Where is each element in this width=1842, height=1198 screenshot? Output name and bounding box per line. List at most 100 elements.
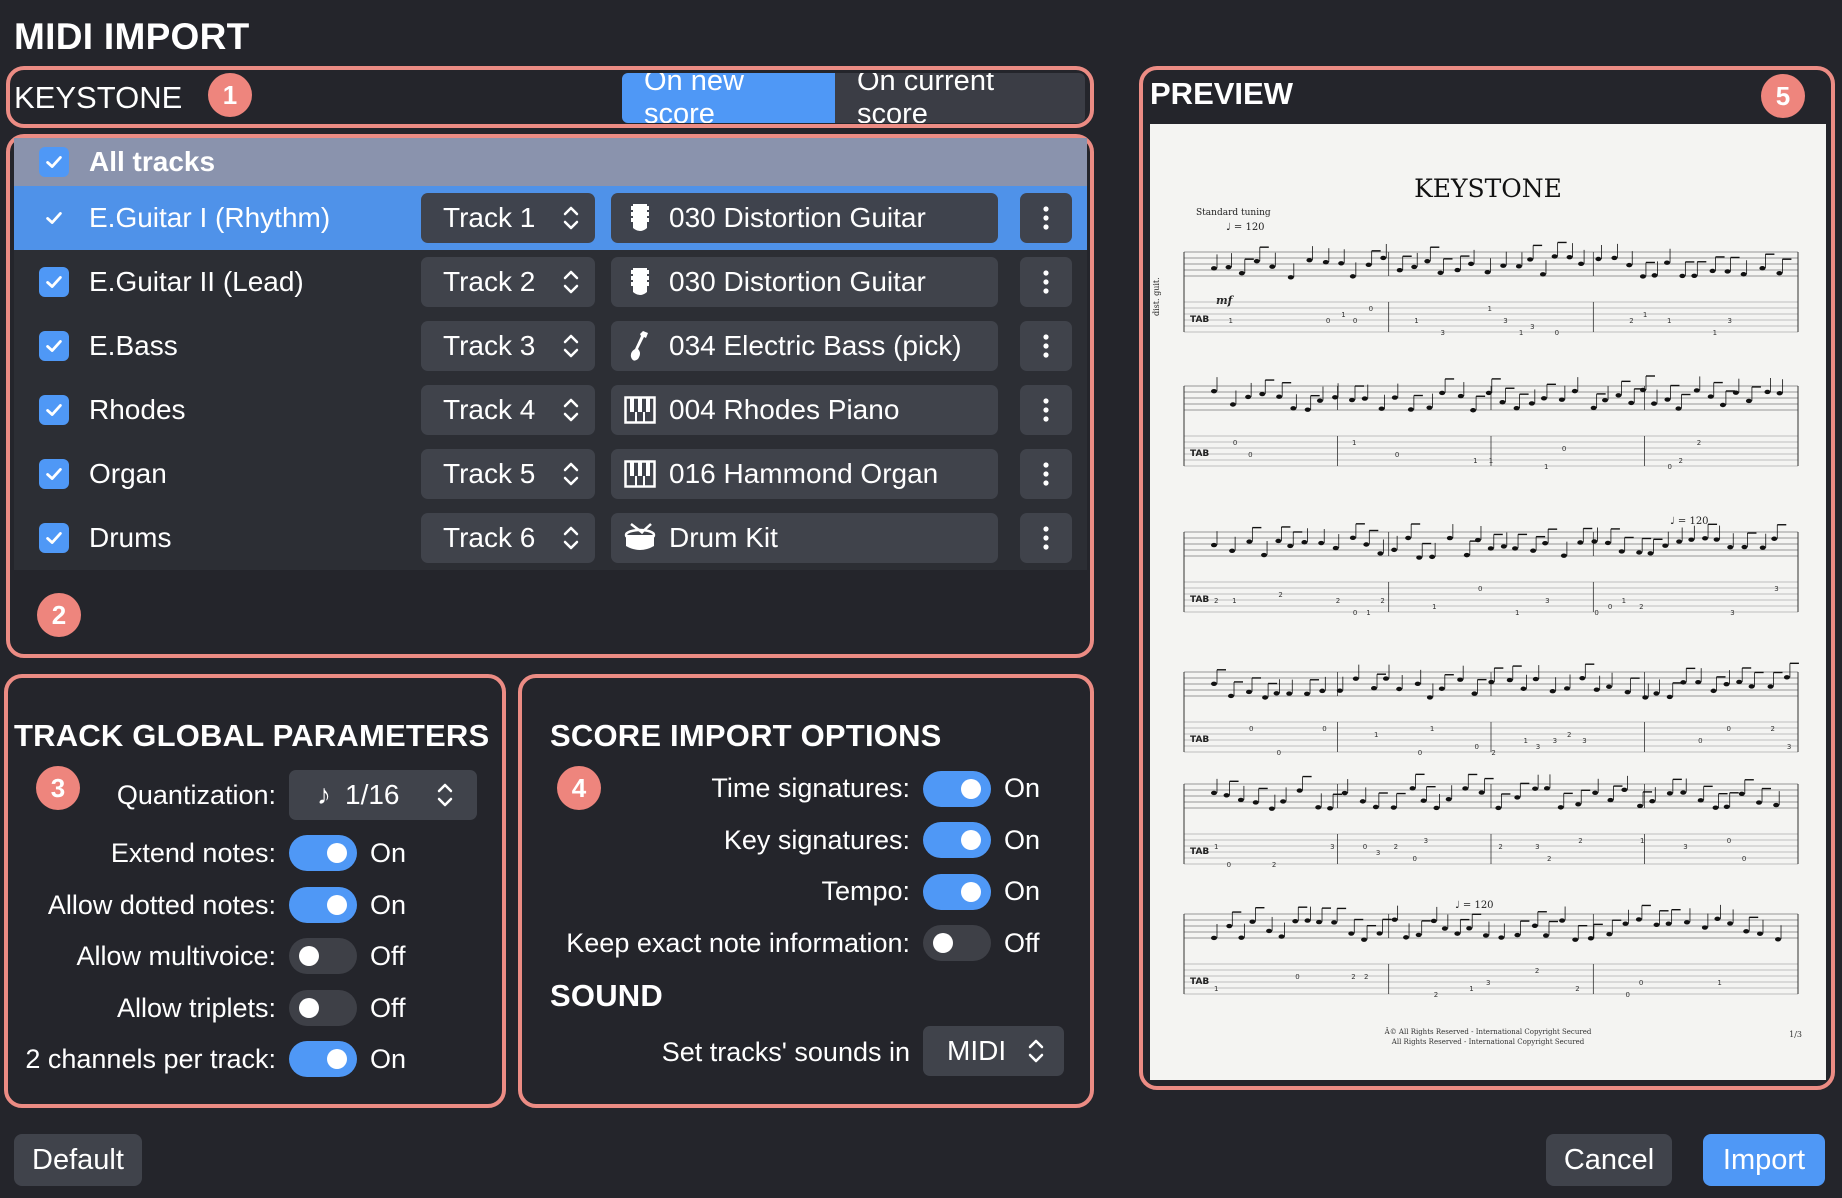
- svg-text:1: 1: [1488, 305, 1492, 313]
- track-checkbox[interactable]: [39, 267, 69, 297]
- svg-text:0: 0: [1248, 451, 1252, 459]
- all-tracks-label: All tracks: [89, 146, 216, 177]
- svg-text:1: 1: [1232, 597, 1236, 605]
- keep-exact-note-state: Off: [1004, 928, 1040, 958]
- track-more-button[interactable]: [1020, 321, 1072, 371]
- annotation-badge-2: 2: [37, 593, 81, 637]
- updown-chevron-icon: [563, 398, 579, 422]
- import-button[interactable]: Import: [1703, 1134, 1825, 1186]
- svg-text:0: 0: [1363, 843, 1367, 851]
- quantization-select[interactable]: ♪ 1/16: [289, 770, 477, 820]
- track-checkbox[interactable]: [39, 459, 69, 489]
- svg-text:0: 0: [1667, 463, 1671, 471]
- svg-text:TAB: TAB: [1190, 847, 1209, 857]
- track-checkbox[interactable]: [39, 331, 69, 361]
- default-button[interactable]: Default: [14, 1134, 142, 1186]
- track-checkbox[interactable]: [39, 395, 69, 425]
- track-checkbox[interactable]: [39, 523, 69, 553]
- allow-multivoice-toggle[interactable]: [289, 938, 357, 974]
- track-number-value: Track 2: [443, 266, 536, 297]
- quantization-label: Quantization:: [116, 780, 276, 810]
- allow-multivoice-state: Off: [370, 941, 406, 971]
- piano-icon: [623, 393, 657, 427]
- svg-text:3: 3: [1376, 849, 1380, 857]
- allow-triplets-toggle[interactable]: [289, 990, 357, 1026]
- svg-text:2: 2: [1567, 731, 1571, 739]
- svg-text:3: 3: [1545, 597, 1549, 605]
- instrument-select[interactable]: 030 Distortion Guitar: [611, 257, 998, 307]
- score-preview: KEYSTONE Standard tuning ♩ = 120 dist. g…: [1150, 124, 1826, 1080]
- tempo-toggle[interactable]: [923, 874, 991, 910]
- svg-text:0: 0: [1326, 317, 1330, 325]
- key-signatures-label: Key signatures:: [723, 825, 910, 855]
- track-row[interactable]: Drums Track 6 Drum Kit: [14, 506, 1087, 570]
- updown-chevron-icon: [437, 783, 453, 807]
- instrument-select[interactable]: 016 Hammond Organ: [611, 449, 998, 499]
- sound-value: MIDI: [947, 1035, 1007, 1066]
- two-channels-toggle[interactable]: [289, 1041, 357, 1077]
- two-channels-state: On: [370, 1044, 407, 1074]
- instrument-select[interactable]: 034 Electric Bass (pick): [611, 321, 998, 371]
- all-tracks-checkbox[interactable]: [39, 147, 69, 177]
- track-more-button[interactable]: [1020, 513, 1072, 563]
- track-more-button[interactable]: [1020, 257, 1072, 307]
- svg-text:2: 2: [1697, 439, 1701, 447]
- more-vertical-icon: [1043, 270, 1049, 294]
- key-signatures-toggle[interactable]: [923, 822, 991, 858]
- on-current-score-button[interactable]: On current score: [835, 73, 1085, 123]
- track-number-value: Track 6: [443, 522, 536, 553]
- svg-text:3: 3: [1774, 585, 1778, 593]
- track-number-select[interactable]: Track 4: [421, 385, 595, 435]
- svg-text:2: 2: [1351, 973, 1355, 981]
- extend-notes-state: On: [370, 838, 407, 868]
- extend-notes-toggle[interactable]: [289, 835, 357, 871]
- track-row[interactable]: E.Guitar I (Rhythm) Track 1 030 Distorti…: [14, 186, 1087, 250]
- instrument-select[interactable]: 030 Distortion Guitar: [611, 193, 998, 243]
- on-new-score-button[interactable]: On new score: [622, 73, 835, 123]
- svg-text:1: 1: [1717, 979, 1721, 987]
- cancel-button[interactable]: Cancel: [1546, 1134, 1672, 1186]
- tempo-state: On: [1004, 876, 1041, 906]
- annotation-badge-3: 3: [36, 766, 80, 810]
- key-signatures-state: On: [1004, 825, 1041, 855]
- all-tracks-row[interactable]: All tracks: [14, 138, 1087, 186]
- svg-text:0: 0: [1639, 979, 1643, 987]
- track-number-select[interactable]: Track 5: [421, 449, 595, 499]
- track-row[interactable]: E.Guitar II (Lead) Track 2 030 Distortio…: [14, 250, 1087, 314]
- instrument-name: 016 Hammond Organ: [669, 458, 939, 489]
- svg-text:2: 2: [1336, 597, 1340, 605]
- svg-text:3: 3: [1535, 843, 1539, 851]
- track-more-button[interactable]: [1020, 385, 1072, 435]
- track-more-button[interactable]: [1020, 449, 1072, 499]
- instrument-name: 004 Rhodes Piano: [669, 394, 900, 425]
- svg-text:2: 2: [1629, 317, 1633, 325]
- allow-dotted-notes-toggle[interactable]: [289, 887, 357, 923]
- svg-text:0: 0: [1562, 445, 1566, 453]
- track-number-select[interactable]: Track 6: [421, 513, 595, 563]
- track-row[interactable]: Organ Track 5 016 Hammond Organ: [14, 442, 1087, 506]
- track-more-button[interactable]: [1020, 193, 1072, 243]
- svg-text:0: 0: [1727, 837, 1731, 845]
- svg-text:2: 2: [1394, 843, 1398, 851]
- updown-chevron-icon: [563, 462, 579, 486]
- svg-text:1: 1: [1519, 329, 1523, 337]
- track-number-value: Track 4: [443, 394, 536, 425]
- svg-text:3: 3: [1553, 737, 1557, 745]
- track-row[interactable]: E.Bass Track 3 034 Electric Bass (pick): [14, 314, 1087, 378]
- track-number-select[interactable]: Track 3: [421, 321, 595, 371]
- svg-text:1: 1: [1469, 985, 1473, 993]
- time-signatures-toggle[interactable]: [923, 771, 991, 807]
- instrument-select[interactable]: 004 Rhodes Piano: [611, 385, 998, 435]
- track-checkbox[interactable]: [39, 203, 69, 233]
- svg-text:3: 3: [1728, 317, 1732, 325]
- time-signatures-state: On: [1004, 773, 1041, 803]
- track-number-select[interactable]: Track 2: [421, 257, 595, 307]
- track-number-select[interactable]: Track 1: [421, 193, 595, 243]
- sound-select[interactable]: MIDI: [923, 1026, 1064, 1076]
- instrument-select[interactable]: Drum Kit: [611, 513, 998, 563]
- track-row[interactable]: Rhodes Track 4 004 Rhodes Piano: [14, 378, 1087, 442]
- more-vertical-icon: [1043, 398, 1049, 422]
- svg-text:2: 2: [1434, 991, 1438, 999]
- keep-exact-note-toggle[interactable]: [923, 925, 991, 961]
- svg-text:3: 3: [1424, 837, 1428, 845]
